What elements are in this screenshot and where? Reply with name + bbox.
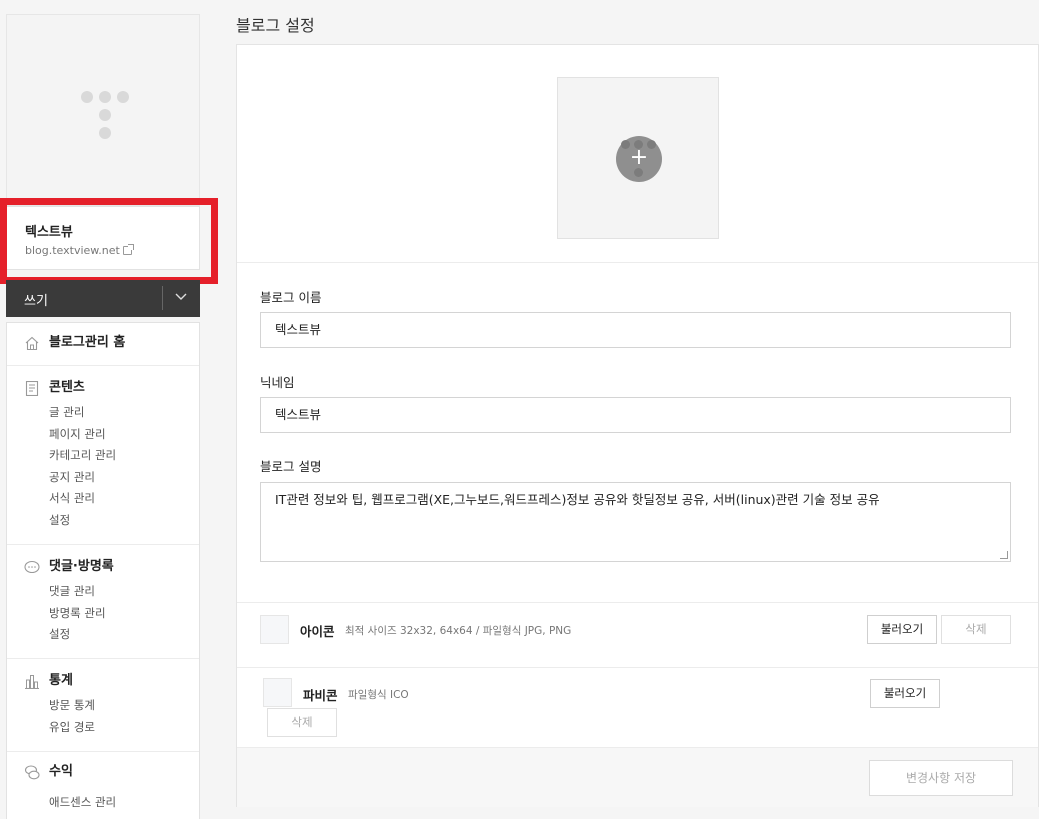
- menu-item-post-manage[interactable]: 글 관리: [49, 402, 199, 424]
- favicon-load-button[interactable]: 불러오기: [870, 679, 940, 708]
- menu-head-revenue[interactable]: 수익: [7, 760, 199, 784]
- chevron-down-icon[interactable]: [172, 288, 190, 306]
- page-title: 블로그 설정: [236, 16, 315, 35]
- menu-item-comment-manage[interactable]: 댓글 관리: [49, 581, 199, 603]
- favicon-row-title: 파비콘: [303, 688, 338, 703]
- profile-image-area[interactable]: [6, 14, 200, 206]
- icon-thumbnail: [260, 615, 289, 644]
- icon-row-desc: 최적 사이즈 32x32, 64x64 / 파일형식 JPG, PNG: [345, 625, 572, 637]
- icon-load-button[interactable]: 불러오기: [867, 615, 937, 644]
- write-button[interactable]: 쓰기: [24, 290, 48, 309]
- write-bar: 쓰기: [6, 280, 200, 317]
- coin-icon: [24, 765, 40, 780]
- nickname-label: 닉네임: [260, 375, 295, 390]
- menu-head-revenue-label: 수익: [49, 764, 73, 779]
- icon-row: 아이콘 최적 사이즈 32x32, 64x64 / 파일형식 JPG, PNG …: [237, 602, 1038, 668]
- description-text: IT관련 정보와 팁, 웹프로그램(XE,그누보드,워드프레스)정보 공유와 핫…: [275, 492, 880, 507]
- description-label: 블로그 설명: [260, 459, 322, 474]
- nickname-input[interactable]: 텍스트뷰: [260, 397, 1011, 433]
- menu-head-stats[interactable]: 통계: [7, 669, 199, 693]
- menu-item-comments-settings[interactable]: 설정: [49, 624, 199, 646]
- menu-head-contents[interactable]: 콘텐츠: [7, 376, 199, 400]
- menu-section-home: 블로그관리 홈: [7, 323, 199, 366]
- menu-section-revenue: 수익 애드센스 관리: [7, 752, 199, 819]
- menu-item-adsense-manage[interactable]: 애드센스 관리: [49, 792, 199, 814]
- description-textarea[interactable]: IT관련 정보와 팁, 웹프로그램(XE,그누보드,워드프레스)정보 공유와 핫…: [260, 482, 1011, 562]
- menu-head-stats-label: 통계: [49, 673, 73, 688]
- favicon-delete-button[interactable]: 삭제: [267, 708, 337, 737]
- icon-delete-button[interactable]: 삭제: [941, 615, 1011, 644]
- menu-item-visit-stats[interactable]: 방문 통계: [49, 695, 199, 717]
- add-image-button[interactable]: +: [616, 136, 662, 182]
- sidebar-menu: 블로그관리 홈 콘텐츠 글 관리 페이지 관리 카테고리 관리 공지 관리 서식…: [6, 322, 200, 819]
- bar-chart-icon: [25, 675, 39, 689]
- menu-head-contents-label: 콘텐츠: [49, 380, 85, 395]
- menu-item-guestbook-manage[interactable]: 방명록 관리: [49, 603, 199, 625]
- save-changes-button[interactable]: 변경사항 저장: [869, 760, 1013, 796]
- menu-item-notice-manage[interactable]: 공지 관리: [49, 467, 199, 489]
- icon-row-title: 아이콘: [300, 624, 335, 639]
- resize-grip-icon[interactable]: [1000, 551, 1008, 559]
- menu-head-comments-label: 댓글·방명록: [49, 559, 114, 574]
- menu-head-home[interactable]: 블로그관리 홈: [7, 331, 199, 355]
- document-icon: [25, 381, 39, 396]
- write-divider: [162, 286, 163, 310]
- home-icon: [25, 336, 39, 351]
- footer-bar: 변경사항 저장: [237, 747, 1038, 807]
- settings-panel: + 블로그 이름 텍스트뷰 닉네임 텍스트뷰 블로그 설명 IT관련 정보와 팁…: [236, 44, 1039, 807]
- menu-item-template-manage[interactable]: 서식 관리: [49, 488, 199, 510]
- favicon-row: 파비콘 파일형식 ICO 불러오기 삭제: [237, 667, 1038, 747]
- favicon-thumbnail: [263, 678, 292, 707]
- menu-section-stats: 통계 방문 통계 유입 경로: [7, 659, 199, 752]
- menu-item-page-manage[interactable]: 페이지 관리: [49, 424, 199, 446]
- highlight-box: [0, 198, 218, 284]
- menu-head-comments[interactable]: 댓글·방명록: [7, 555, 199, 579]
- sidebar-profile: [6, 14, 200, 206]
- menu-item-contents-settings[interactable]: 설정: [49, 510, 199, 532]
- comment-icon: [24, 560, 40, 574]
- blog-name-input[interactable]: 텍스트뷰: [260, 312, 1011, 348]
- menu-section-comments: 댓글·방명록 댓글 관리 방명록 관리 설정: [7, 545, 199, 659]
- profile-image-upload[interactable]: +: [557, 77, 719, 239]
- menu-section-contents: 콘텐츠 글 관리 페이지 관리 카테고리 관리 공지 관리 서식 관리 설정: [7, 366, 199, 545]
- menu-item-referrer[interactable]: 유입 경로: [49, 717, 199, 739]
- plus-icon: +: [629, 145, 649, 170]
- tistory-logo-icon: [81, 91, 129, 141]
- profile-upload-area: +: [237, 45, 1038, 263]
- menu-item-category-manage[interactable]: 카테고리 관리: [49, 445, 199, 467]
- blog-name-label: 블로그 이름: [260, 290, 322, 305]
- menu-head-home-label: 블로그관리 홈: [49, 335, 126, 350]
- favicon-row-desc: 파일형식 ICO: [348, 689, 409, 701]
